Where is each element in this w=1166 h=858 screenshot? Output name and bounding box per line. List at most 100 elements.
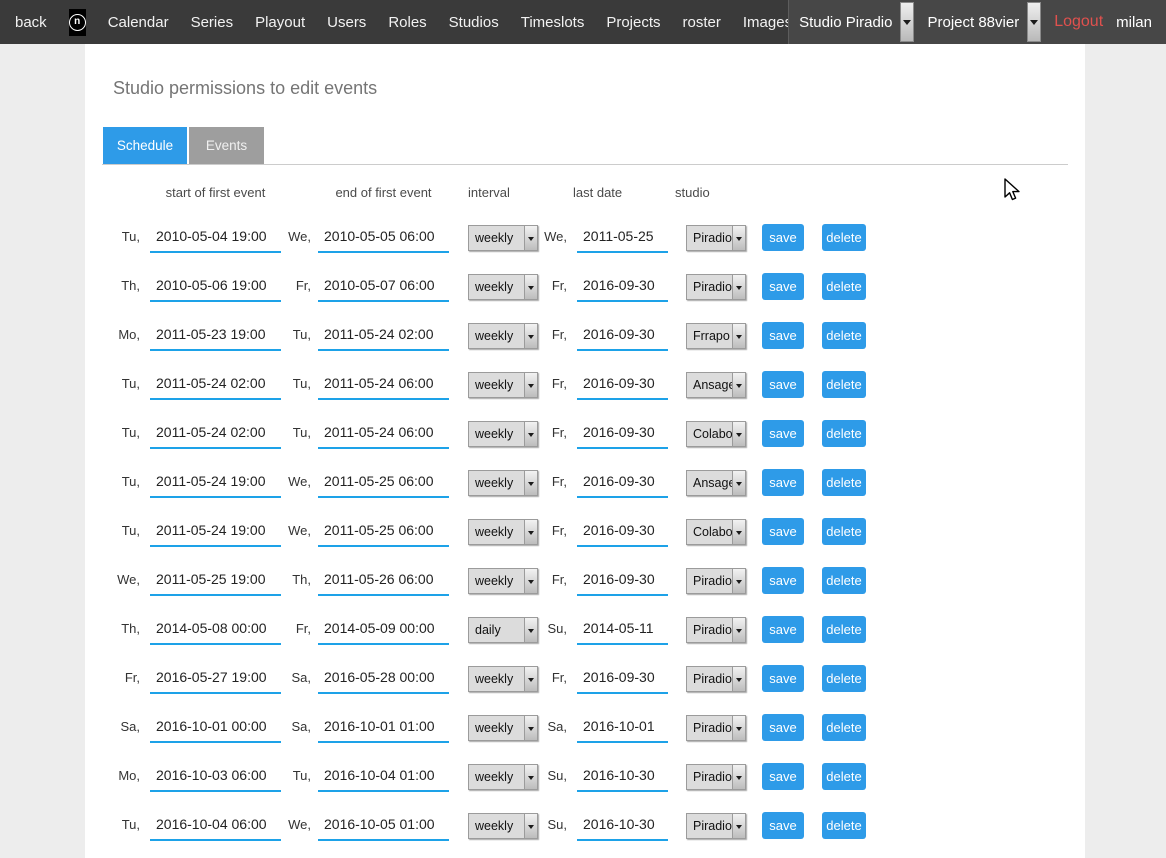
last-date-input[interactable] <box>577 468 668 498</box>
end-datetime-input[interactable] <box>318 615 449 645</box>
delete-button[interactable]: delete <box>822 714 866 741</box>
interval-select[interactable]: weekly <box>468 715 538 741</box>
last-date-input[interactable] <box>577 566 668 596</box>
start-datetime-input[interactable] <box>150 811 281 841</box>
studio-select[interactable]: Studio Piradio <box>799 2 914 42</box>
interval-select[interactable]: weekly <box>468 274 538 300</box>
delete-button[interactable]: delete <box>822 518 866 545</box>
nav-item[interactable]: roster <box>683 14 721 31</box>
end-datetime-input[interactable] <box>318 566 449 596</box>
delete-button[interactable]: delete <box>822 273 866 300</box>
chevron-down-icon[interactable] <box>732 275 745 299</box>
start-datetime-input[interactable] <box>150 321 281 351</box>
nav-item[interactable]: Studios <box>449 14 499 31</box>
nav-item[interactable]: Playout <box>255 14 305 31</box>
radio-logo-icon[interactable]: n <box>69 9 86 36</box>
end-datetime-input[interactable] <box>318 762 449 792</box>
interval-select[interactable]: weekly <box>468 421 538 447</box>
last-date-input[interactable] <box>577 615 668 645</box>
last-date-input[interactable] <box>577 419 668 449</box>
interval-select[interactable]: weekly <box>468 666 538 692</box>
nav-item[interactable]: Roles <box>388 14 426 31</box>
delete-button[interactable]: delete <box>822 420 866 447</box>
delete-button[interactable]: delete <box>822 469 866 496</box>
start-datetime-input[interactable] <box>150 272 281 302</box>
start-datetime-input[interactable] <box>150 419 281 449</box>
save-button[interactable]: save <box>762 763 804 790</box>
chevron-down-icon[interactable] <box>524 716 537 740</box>
end-datetime-input[interactable] <box>318 468 449 498</box>
save-button[interactable]: save <box>762 714 804 741</box>
chevron-down-icon[interactable] <box>732 324 745 348</box>
interval-select[interactable]: weekly <box>468 372 538 398</box>
interval-select[interactable]: weekly <box>468 764 538 790</box>
logout-link[interactable]: Logout <box>1054 13 1103 31</box>
chevron-down-icon[interactable] <box>732 373 745 397</box>
nav-item[interactable]: Users <box>327 14 366 31</box>
chevron-down-icon[interactable] <box>524 520 537 544</box>
chevron-down-icon[interactable] <box>524 765 537 789</box>
nav-item[interactable]: Projects <box>606 14 660 31</box>
end-datetime-input[interactable] <box>318 321 449 351</box>
chevron-down-icon[interactable] <box>524 569 537 593</box>
start-datetime-input[interactable] <box>150 713 281 743</box>
chevron-down-icon[interactable] <box>732 765 745 789</box>
chevron-down-icon[interactable] <box>732 471 745 495</box>
interval-select[interactable]: daily <box>468 617 538 643</box>
studio-select[interactable]: Piradio <box>686 274 746 300</box>
end-datetime-input[interactable] <box>318 370 449 400</box>
delete-button[interactable]: delete <box>822 812 866 839</box>
studio-select[interactable]: Ansage <box>686 372 746 398</box>
end-datetime-input[interactable] <box>318 419 449 449</box>
start-datetime-input[interactable] <box>150 566 281 596</box>
chevron-down-icon[interactable] <box>732 716 745 740</box>
chevron-down-icon[interactable] <box>900 2 914 42</box>
last-date-input[interactable] <box>577 664 668 694</box>
chevron-down-icon[interactable] <box>524 422 537 446</box>
chevron-down-icon[interactable] <box>524 324 537 348</box>
nav-item[interactable]: Images <box>743 14 792 31</box>
delete-button[interactable]: delete <box>822 567 866 594</box>
chevron-down-icon[interactable] <box>732 814 745 838</box>
delete-button[interactable]: delete <box>822 322 866 349</box>
save-button[interactable]: save <box>762 371 804 398</box>
last-date-input[interactable] <box>577 762 668 792</box>
interval-select[interactable]: weekly <box>468 470 538 496</box>
studio-select[interactable]: Piradio <box>686 225 746 251</box>
chevron-down-icon[interactable] <box>1027 2 1041 42</box>
last-date-input[interactable] <box>577 713 668 743</box>
interval-select[interactable]: weekly <box>468 225 538 251</box>
save-button[interactable]: save <box>762 812 804 839</box>
chevron-down-icon[interactable] <box>732 618 745 642</box>
start-datetime-input[interactable] <box>150 370 281 400</box>
project-select[interactable]: Project 88vier <box>927 2 1041 42</box>
delete-button[interactable]: delete <box>822 371 866 398</box>
delete-button[interactable]: delete <box>822 616 866 643</box>
end-datetime-input[interactable] <box>318 272 449 302</box>
start-datetime-input[interactable] <box>150 615 281 645</box>
start-datetime-input[interactable] <box>150 762 281 792</box>
end-datetime-input[interactable] <box>318 223 449 253</box>
last-date-input[interactable] <box>577 223 668 253</box>
studio-select[interactable]: Colabo <box>686 421 746 447</box>
chevron-down-icon[interactable] <box>732 569 745 593</box>
delete-button[interactable]: delete <box>822 224 866 251</box>
last-date-input[interactable] <box>577 517 668 547</box>
chevron-down-icon[interactable] <box>524 618 537 642</box>
last-date-input[interactable] <box>577 370 668 400</box>
save-button[interactable]: save <box>762 518 804 545</box>
save-button[interactable]: save <box>762 567 804 594</box>
start-datetime-input[interactable] <box>150 517 281 547</box>
chevron-down-icon[interactable] <box>524 373 537 397</box>
studio-select[interactable]: Piradio <box>686 813 746 839</box>
chevron-down-icon[interactable] <box>524 814 537 838</box>
end-datetime-input[interactable] <box>318 517 449 547</box>
studio-select[interactable]: Ansage <box>686 470 746 496</box>
interval-select[interactable]: weekly <box>468 519 538 545</box>
save-button[interactable]: save <box>762 616 804 643</box>
tab-events[interactable]: Events <box>189 127 264 164</box>
chevron-down-icon[interactable] <box>732 226 745 250</box>
tab-schedule[interactable]: Schedule <box>103 127 187 164</box>
save-button[interactable]: save <box>762 322 804 349</box>
studio-select[interactable]: Piradio <box>686 764 746 790</box>
